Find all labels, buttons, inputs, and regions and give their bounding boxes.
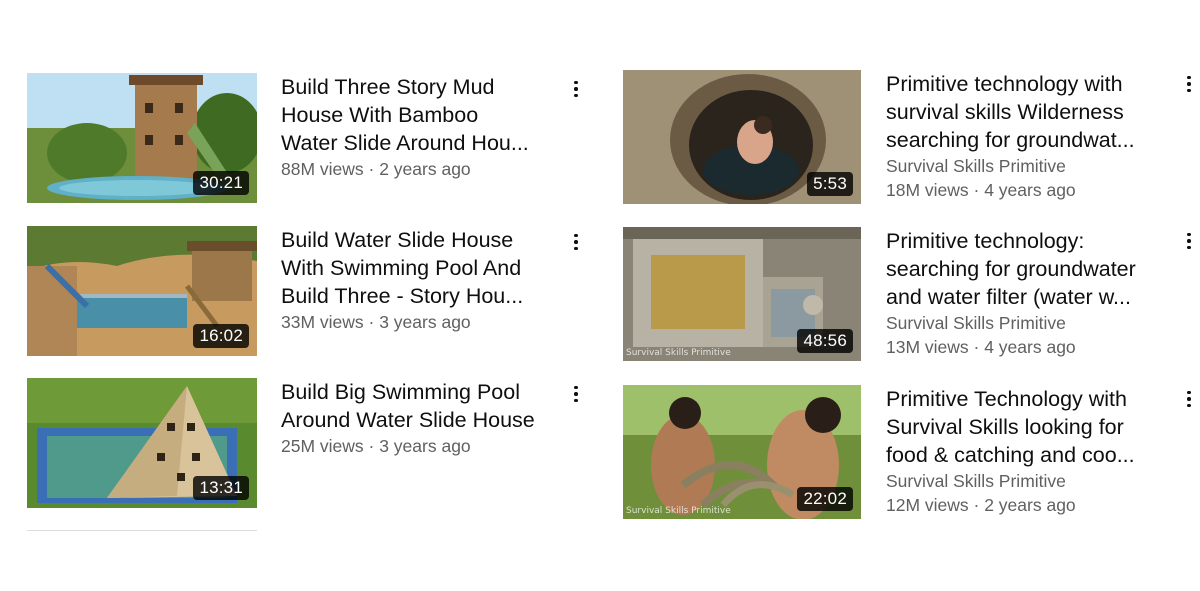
video-duration: 22:02	[797, 487, 853, 511]
video-meta: Primitive Technology with Survival Skill…	[886, 385, 1176, 517]
video-thumbnail[interactable]: 30:21	[27, 73, 257, 203]
video-stats: 12M views · 2 years ago	[886, 495, 1076, 515]
video-item[interactable]: Survival Skills Primitive 22:02 Primitiv…	[623, 385, 1198, 525]
video-thumbnail[interactable]: Survival Skills Primitive 48:56	[623, 227, 861, 361]
video-title[interactable]: Build Three Story Mud House With Bamboo …	[281, 73, 571, 157]
video-duration: 13:31	[193, 476, 249, 500]
divider	[27, 530, 257, 531]
more-vert-icon[interactable]	[1181, 71, 1197, 97]
video-title[interactable]: Primitive Technology with Survival Skill…	[886, 385, 1176, 469]
video-title[interactable]: Build Water Slide House With Swimming Po…	[281, 226, 571, 310]
video-thumbnail[interactable]: Survival Skills Primitive 22:02	[623, 385, 861, 519]
more-vert-icon[interactable]	[568, 381, 584, 407]
more-vert-icon[interactable]	[568, 229, 584, 255]
video-item[interactable]: 5:53 Primitive technology with survival …	[623, 70, 1198, 210]
channel-name[interactable]: Survival Skills Primitive	[886, 311, 1176, 335]
video-meta: Build Three Story Mud House With Bamboo …	[281, 73, 571, 181]
video-item[interactable]: 13:31 Build Big Swimming Pool Around Wat…	[27, 378, 597, 513]
video-item[interactable]: 30:21 Build Three Story Mud House With B…	[27, 73, 597, 208]
video-meta: Build Water Slide House With Swimming Po…	[281, 226, 571, 334]
video-meta: Primitive technology with survival skill…	[886, 70, 1176, 202]
more-vert-icon[interactable]	[1181, 228, 1197, 254]
video-stats: 13M views · 4 years ago	[886, 337, 1076, 357]
video-duration: 48:56	[797, 329, 853, 353]
channel-name[interactable]: Survival Skills Primitive	[886, 154, 1176, 178]
video-meta: Build Big Swimming Pool Around Water Sli…	[281, 378, 571, 458]
video-item[interactable]: 16:02 Build Water Slide House With Swimm…	[27, 226, 597, 361]
video-stats: 18M views · 4 years ago	[886, 180, 1076, 200]
video-stats: 88M views · 2 years ago	[281, 159, 471, 179]
video-duration: 5:53	[807, 172, 853, 196]
video-title[interactable]: Build Big Swimming Pool Around Water Sli…	[281, 378, 571, 434]
video-duration: 30:21	[193, 171, 249, 195]
video-thumbnail[interactable]: 13:31	[27, 378, 257, 508]
video-duration: 16:02	[193, 324, 249, 348]
more-vert-icon[interactable]	[1181, 386, 1197, 412]
channel-watermark: Survival Skills Primitive	[626, 348, 731, 358]
video-thumbnail[interactable]: 5:53	[623, 70, 861, 204]
video-thumbnail[interactable]: 16:02	[27, 226, 257, 356]
video-stats: 25M views · 3 years ago	[281, 436, 471, 456]
video-title[interactable]: Primitive technology: searching for grou…	[886, 227, 1176, 311]
video-meta: Primitive technology: searching for grou…	[886, 227, 1176, 359]
video-item[interactable]: Survival Skills Primitive 48:56 Primitiv…	[623, 227, 1198, 367]
channel-name[interactable]: Survival Skills Primitive	[886, 469, 1176, 493]
video-title[interactable]: Primitive technology with survival skill…	[886, 70, 1176, 154]
more-vert-icon[interactable]	[568, 76, 584, 102]
channel-watermark: Survival Skills Primitive	[626, 506, 731, 516]
video-stats: 33M views · 3 years ago	[281, 312, 471, 332]
